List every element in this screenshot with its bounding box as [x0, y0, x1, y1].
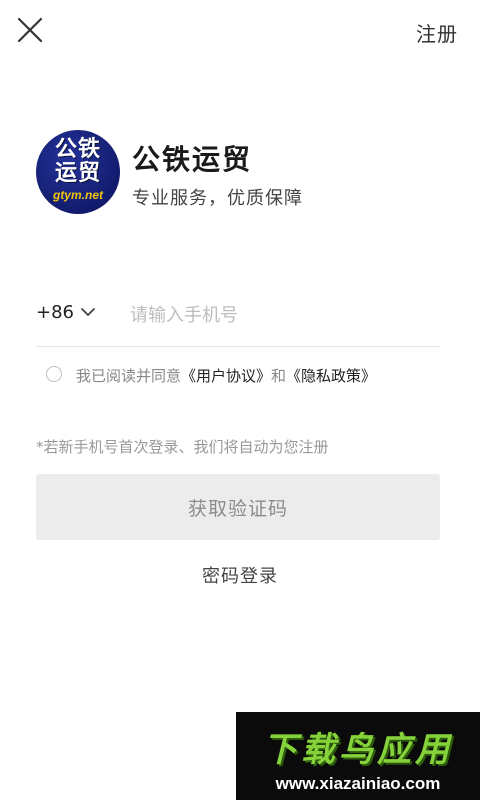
chevron-down-icon[interactable] [80, 304, 96, 320]
agreement-text: 我已阅读并同意《用户协议》和《隐私政策》 [76, 365, 376, 386]
close-icon [17, 17, 43, 43]
app-logo: 公铁 运贸 gtym.net [36, 130, 120, 214]
close-button[interactable] [14, 14, 46, 46]
agreement-checkbox[interactable] [46, 366, 62, 382]
get-code-button[interactable]: 获取验证码 [36, 474, 440, 540]
country-code-selector[interactable]: +86 [36, 302, 74, 323]
privacy-policy-link[interactable]: 《隐私政策》 [286, 367, 376, 385]
register-link[interactable]: 注册 [416, 18, 458, 47]
agreement-and: 和 [271, 367, 287, 385]
logo-text-line1: 公铁 [54, 137, 101, 162]
auto-register-hint: *若新手机号首次登录、我们将自动为您注册 [36, 438, 329, 456]
phone-field-row: +86 [36, 290, 440, 347]
phone-input[interactable] [128, 296, 432, 334]
app-subtitle: 专业服务，优质保障 [132, 188, 303, 209]
logo-domain: gtym.net [52, 188, 103, 202]
password-login-link[interactable]: 密码登录 [0, 562, 480, 588]
watermark-title: 下载鸟应用 [263, 730, 453, 770]
login-page: 注册 公铁 运贸 gtym.net 公铁运贸 专业服务，优质保障 +86 我已阅… [0, 0, 480, 800]
app-title: 公铁运贸 [132, 143, 253, 176]
agreement-prefix: 我已阅读并同意 [76, 367, 182, 385]
logo-text-line2: 运贸 [54, 161, 101, 186]
user-agreement-link[interactable]: 《用户协议》 [181, 367, 271, 385]
watermark-url: www.xiazainiao.com [275, 774, 441, 793]
watermark: 下载鸟应用 www.xiazainiao.com [236, 712, 480, 800]
